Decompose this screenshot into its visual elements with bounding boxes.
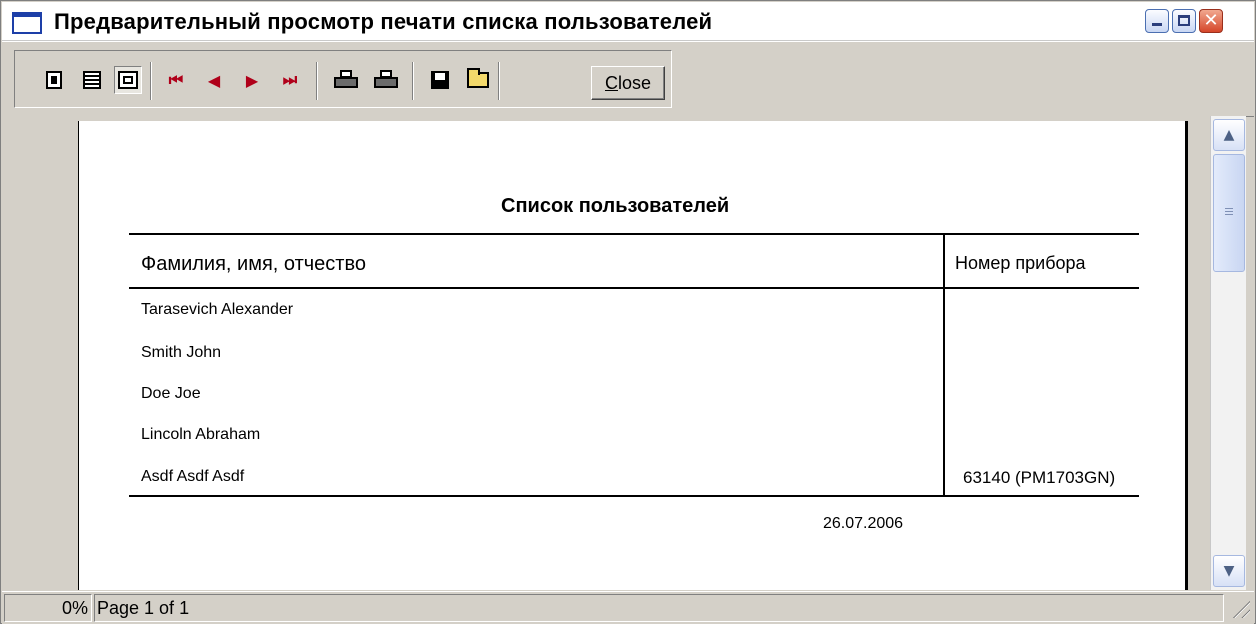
print-setup-button[interactable] <box>332 66 360 94</box>
print-button[interactable] <box>372 66 400 94</box>
report-page: Список пользователей Фамилия, имя, отчес… <box>78 121 1188 590</box>
status-progress: 0% <box>4 594 92 622</box>
scroll-up-button[interactable]: ▲ <box>1213 119 1245 151</box>
table-row-name: Lincoln Abraham <box>141 426 261 443</box>
one-page-icon <box>46 71 62 89</box>
column-header-name: Фамилия, имя, отчество <box>141 253 366 275</box>
open-icon <box>467 68 489 88</box>
status-page-info: Page 1 of 1 <box>94 594 1224 622</box>
zoom-page-button[interactable] <box>114 66 142 94</box>
report-title: Список пользователей <box>501 195 730 217</box>
table-row-name: Asdf Asdf Asdf <box>141 468 245 485</box>
multi-page-icon <box>83 71 101 89</box>
resize-grip-icon[interactable] <box>1230 598 1250 618</box>
toolbar-separator <box>150 62 152 100</box>
print-setup-icon <box>334 70 358 90</box>
window-close-button[interactable]: ✕ <box>1199 9 1223 33</box>
report-date: 26.07.2006 <box>823 515 904 532</box>
prev-page-button[interactable]: ◀ <box>200 66 228 94</box>
table-top-rule <box>129 233 1139 235</box>
window-app-icon <box>12 12 42 34</box>
scroll-down-button[interactable]: ▼ <box>1213 555 1245 587</box>
minimize-button[interactable] <box>1145 9 1169 33</box>
open-button[interactable] <box>464 66 492 94</box>
close-icon: ✕ <box>1203 10 1219 31</box>
toolbar-separator <box>412 62 414 100</box>
minimize-icon <box>1152 23 1162 26</box>
column-header-device: Номер прибора <box>955 253 1086 273</box>
print-preview-window: Предварительный просмотр печати списка п… <box>0 0 1256 624</box>
print-icon <box>374 70 398 90</box>
preview-area[interactable]: Список пользователей Фамилия, имя, отчес… <box>2 116 1210 590</box>
save-button[interactable] <box>426 66 454 94</box>
one-page-button[interactable] <box>40 66 68 94</box>
header-bottom-rule <box>129 287 1139 289</box>
table-row-device: 63140 (PM1703GN) <box>963 468 1116 487</box>
chevron-down-icon: ▼ <box>1223 563 1235 579</box>
scroll-thumb[interactable] <box>1213 154 1245 272</box>
column-divider <box>943 233 945 495</box>
table-row-name: Tarasevich Alexander <box>141 301 294 318</box>
first-page-button[interactable]: ⏮ <box>162 66 190 94</box>
toolbar-separator <box>316 62 318 100</box>
table-row-name: Smith John <box>141 344 222 361</box>
first-page-icon: ⏮ <box>168 70 184 89</box>
title-bar[interactable]: Предварительный просмотр печати списка п… <box>2 2 1254 41</box>
save-icon <box>431 71 449 89</box>
window-title: Предварительный просмотр печати списка п… <box>54 9 713 34</box>
status-bar: 0% Page 1 of 1 <box>2 591 1254 624</box>
multi-page-button[interactable] <box>78 66 106 94</box>
last-page-icon: ⏭ <box>282 70 298 89</box>
next-page-button[interactable]: ▶ <box>238 66 266 94</box>
maximize-button[interactable] <box>1172 9 1196 33</box>
maximize-icon <box>1178 15 1190 26</box>
vertical-scrollbar[interactable]: ▲ ▼ <box>1210 116 1246 590</box>
toolbar-separator <box>498 62 500 100</box>
close-preview-button[interactable]: Close <box>591 66 665 100</box>
last-page-button[interactable]: ⏭ <box>276 66 304 94</box>
chevron-up-icon: ▲ <box>1223 127 1235 143</box>
toolbar: ⏮ ◀ ▶ ⏭ Close <box>2 41 1254 117</box>
table-bottom-rule <box>129 495 1139 497</box>
next-page-icon: ▶ <box>245 70 259 90</box>
zoom-page-icon <box>118 71 138 89</box>
table-row-name: Doe Joe <box>141 385 201 402</box>
prev-page-icon: ◀ <box>207 70 221 90</box>
